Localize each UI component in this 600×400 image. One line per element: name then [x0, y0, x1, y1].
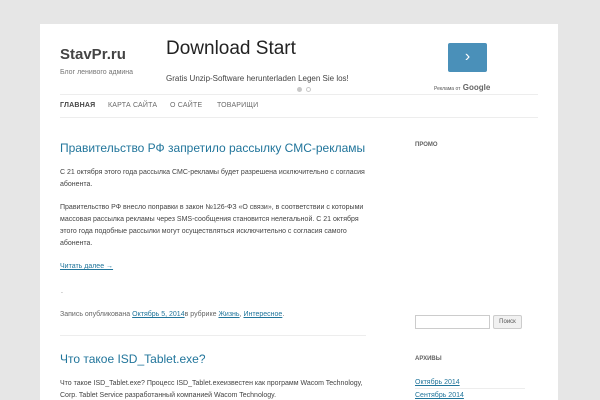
ad-subtitle[interactable]: Gratis Unzip-Software herunterladen Lege…: [166, 74, 349, 83]
meta-date-link[interactable]: Октябрь 5, 2014: [132, 311, 184, 318]
ad-banner[interactable]: Download Start Gratis Unzip-Software her…: [166, 38, 546, 100]
widget-title-archives: АРХИВЫ: [415, 356, 442, 362]
meta-comma: ,: [239, 311, 242, 318]
site-title[interactable]: StavPr.ru: [60, 46, 126, 63]
ad-badge-prefix: Реклама от: [434, 86, 461, 92]
nav-item-friends[interactable]: ТОВАРИЩИ: [217, 102, 258, 109]
archive-link[interactable]: Сентябрь 2014: [415, 392, 464, 399]
chevron-right-icon: ›: [464, 48, 471, 65]
ad-pagination-dots: [297, 87, 317, 93]
nav-item-about[interactable]: О САЙТЕ: [170, 102, 202, 109]
post-divider: [60, 335, 366, 336]
post-title[interactable]: Правительство РФ запретило рассылку СМС-…: [60, 141, 365, 155]
widget-title-promo: ПРОМО: [415, 142, 438, 148]
ad-badge[interactable]: Реклама от Google: [434, 83, 490, 92]
post-paragraph: Что такое ISD_Tablet.exe? Процесс ISD_Ta…: [60, 380, 363, 399]
post-paragraph: Правительство РФ внесло поправки в закон…: [60, 204, 364, 247]
post-meta: Запись опубликована Октябрь 5, 2014в руб…: [60, 311, 366, 318]
search-button[interactable]: Поиск: [493, 315, 522, 329]
archive-link[interactable]: Октябрь 2014: [415, 379, 460, 386]
meta-suffix: .: [282, 311, 285, 318]
post-paragraph: С 21 октября этого года рассылка СМС-рек…: [60, 169, 365, 188]
ad-dot-inactive[interactable]: [306, 87, 311, 92]
nav-item-sitemap[interactable]: КАРТА САЙТА: [108, 102, 157, 109]
meta-rubric-label: в рубрике: [184, 311, 217, 318]
search-input[interactable]: [415, 315, 490, 329]
site-description: Блог ленивого админа: [60, 69, 134, 76]
ad-title[interactable]: Download Start: [166, 38, 296, 60]
read-more-link[interactable]: Читать далее →: [60, 263, 113, 270]
post-dot: .: [61, 288, 63, 295]
ad-arrow-button[interactable]: ›: [448, 43, 487, 72]
post-title[interactable]: Что такое ISD_Tablet.exe?: [60, 352, 206, 366]
main-navigation: ГЛАВНАЯ КАРТА САЙТА О САЙТЕ ТОВАРИЩИ: [60, 94, 538, 118]
meta-category-link[interactable]: Жизнь: [218, 311, 239, 318]
ad-dot-active[interactable]: [297, 87, 302, 92]
archive-divider: [415, 388, 525, 389]
nav-item-home[interactable]: ГЛАВНАЯ: [60, 102, 95, 109]
meta-category-link[interactable]: Интересное: [243, 311, 282, 318]
page-container: StavPr.ru Блог ленивого админа Download …: [40, 24, 558, 400]
meta-prefix: Запись опубликована: [60, 311, 131, 318]
google-logo: Google: [462, 83, 491, 92]
